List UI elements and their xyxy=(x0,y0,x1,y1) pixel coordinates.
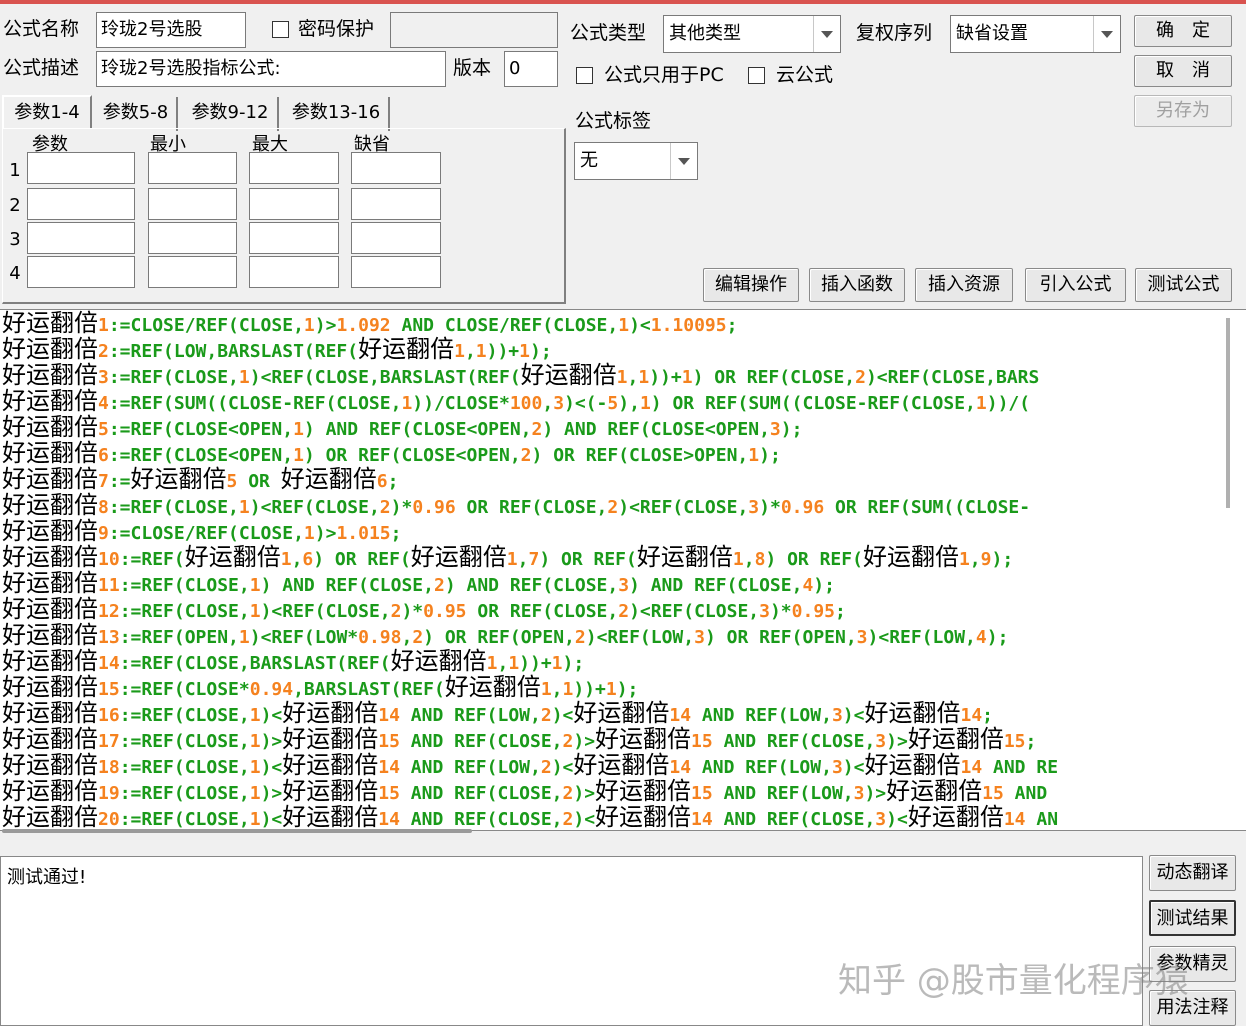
code-line: 好运翻倍13:=REF(OPEN,1)<REF(LOW*0.98,2) OR R… xyxy=(2,621,1009,649)
test-output-text: 测试通过! xyxy=(7,867,87,888)
tab-params-1-4[interactable]: 参数1-4 xyxy=(2,95,92,129)
code-line: 好运翻倍15:=REF(CLOSE*0.94,BARSLAST(REF(好运翻倍… xyxy=(2,673,639,701)
tab-params-5-8[interactable]: 参数5-8 xyxy=(95,97,178,131)
version-label: 版本 xyxy=(453,57,492,79)
code-line: 好运翻倍4:=REF(SUM((CLOSE-REF(CLOSE,1))/CLOS… xyxy=(2,387,1031,415)
chevron-down-icon xyxy=(670,143,697,179)
formula-type-value: 其他类型 xyxy=(669,23,741,44)
param-2-min[interactable] xyxy=(148,188,237,220)
formula-type-select[interactable]: 其他类型 xyxy=(663,15,841,53)
cloud-label: 云公式 xyxy=(776,64,834,86)
code-line: 好运翻倍3:=REF(CLOSE,1)<REF(CLOSE,BARSLAST(R… xyxy=(2,361,1040,389)
code-line: 好运翻倍12:=REF(CLOSE,1)<REF(CLOSE,2)*0.95 O… xyxy=(2,595,846,623)
tab-params-13-16[interactable]: 参数13-16 xyxy=(284,97,390,131)
insert-resource-button[interactable]: 插入资源 xyxy=(915,268,1013,302)
code-line: 好运翻倍16:=REF(CLOSE,1)<好运翻倍14 AND REF(LOW,… xyxy=(2,699,994,727)
param-4-default[interactable] xyxy=(351,256,441,288)
param-1-name[interactable] xyxy=(27,152,135,184)
param-3-min[interactable] xyxy=(148,222,237,254)
code-line: 好运翻倍19:=REF(CLOSE,1)>好运翻倍15 AND REF(CLOS… xyxy=(2,777,1048,805)
editor-vertical-scrollbar[interactable] xyxy=(1226,318,1230,508)
fuquan-label: 复权序列 xyxy=(856,22,933,44)
cloud-checkbox[interactable] xyxy=(748,67,765,84)
formula-type-label: 公式类型 xyxy=(570,22,647,44)
code-line: 好运翻倍1:=CLOSE/REF(CLOSE,1)>1.092 AND CLOS… xyxy=(2,309,738,337)
param-2-name[interactable] xyxy=(27,188,135,220)
chevron-down-icon xyxy=(813,16,840,52)
code-line: 好运翻倍7:=好运翻倍5 OR 好运翻倍6; xyxy=(2,465,399,493)
code-line: 好运翻倍10:=REF(好运翻倍1,6) OR REF(好运翻倍1,7) OR … xyxy=(2,543,1014,571)
tag-value: 无 xyxy=(580,150,598,171)
password-input[interactable] xyxy=(390,12,558,48)
code-line: 好运翻倍8:=REF(CLOSE,1)<REF(CLOSE,2)*0.96 OR… xyxy=(2,491,1031,519)
dynamic-translate-button[interactable]: 动态翻译 xyxy=(1149,855,1236,891)
formula-desc-input[interactable]: 玲珑2号选股指标公式: xyxy=(96,51,446,87)
test-formula-button[interactable]: 测试公式 xyxy=(1135,268,1232,302)
param-row-number: 2 xyxy=(9,195,21,216)
window-top-edge xyxy=(0,0,1246,4)
param-1-default[interactable] xyxy=(351,152,441,184)
chevron-down-icon xyxy=(1093,16,1120,52)
code-line: 好运翻倍18:=REF(CLOSE,1)<好运翻倍14 AND REF(LOW,… xyxy=(2,751,1059,779)
code-line: 好运翻倍6:=REF(CLOSE<OPEN,1) OR REF(CLOSE<OP… xyxy=(2,439,781,467)
code-line: 好运翻倍11:=REF(CLOSE,1) AND REF(CLOSE,2) AN… xyxy=(2,569,835,597)
code-line: 好运翻倍17:=REF(CLOSE,1)>好运翻倍15 AND REF(CLOS… xyxy=(2,725,1037,753)
password-label: 密码保护 xyxy=(298,18,375,40)
param-4-max[interactable] xyxy=(249,256,339,288)
param-2-max[interactable] xyxy=(249,188,339,220)
tab-params-9-12[interactable]: 参数9-12 xyxy=(183,97,279,131)
edit-ops-button[interactable]: 编辑操作 xyxy=(703,268,799,302)
pc-only-checkbox[interactable] xyxy=(576,67,593,84)
param-1-min[interactable] xyxy=(148,152,237,184)
fuquan-select[interactable]: 缺省设置 xyxy=(950,15,1121,53)
param-row-number: 4 xyxy=(9,263,21,284)
param-4-min[interactable] xyxy=(148,256,237,288)
password-checkbox[interactable] xyxy=(272,21,289,38)
test-result-button[interactable]: 测试结果 xyxy=(1149,900,1236,936)
param-1-max[interactable] xyxy=(249,152,339,184)
param-3-default[interactable] xyxy=(351,222,441,254)
editor-horizontal-scrollbar[interactable] xyxy=(2,829,472,833)
formula-name-label: 公式名称 xyxy=(3,18,80,40)
tag-label: 公式标签 xyxy=(575,110,652,132)
formula-name-input[interactable]: 玲珑2号选股 xyxy=(96,12,246,48)
cancel-button[interactable]: 取 消 xyxy=(1134,55,1232,87)
param-row-number: 3 xyxy=(9,229,21,250)
insert-function-button[interactable]: 插入函数 xyxy=(809,268,905,302)
code-line: 好运翻倍14:=REF(CLOSE,BARSLAST(REF(好运翻倍1,1))… xyxy=(2,647,585,675)
ok-button[interactable]: 确 定 xyxy=(1134,15,1232,47)
fuquan-value: 缺省设置 xyxy=(956,23,1028,44)
version-input[interactable]: 0 xyxy=(504,51,558,87)
code-line: 好运翻倍9:=CLOSE/REF(CLOSE,1)>1.015; xyxy=(2,517,402,545)
param-3-max[interactable] xyxy=(249,222,339,254)
formula-code-editor[interactable]: 好运翻倍1:=CLOSE/REF(CLOSE,1)>1.092 AND CLOS… xyxy=(0,309,1246,831)
param-3-name[interactable] xyxy=(27,222,135,254)
pc-only-label: 公式只用于PC xyxy=(604,64,724,86)
import-formula-button[interactable]: 引入公式 xyxy=(1025,268,1126,302)
param-2-default[interactable] xyxy=(351,188,441,220)
param-row-number: 1 xyxy=(9,160,21,181)
formula-desc-label: 公式描述 xyxy=(3,57,80,79)
code-line: 好运翻倍20:=REF(CLOSE,1)<好运翻倍14 AND REF(CLOS… xyxy=(2,803,1059,831)
param-4-name[interactable] xyxy=(27,256,135,288)
watermark: 知乎 @股市量化程序猿 xyxy=(838,961,1189,1001)
save-as-button[interactable]: 另存为 xyxy=(1134,95,1232,127)
tag-select[interactable]: 无 xyxy=(574,142,698,180)
code-line: 好运翻倍5:=REF(CLOSE<OPEN,1) AND REF(CLOSE<O… xyxy=(2,413,803,441)
code-line: 好运翻倍2:=REF(LOW,BARSLAST(REF(好运翻倍1,1))+1)… xyxy=(2,335,552,363)
